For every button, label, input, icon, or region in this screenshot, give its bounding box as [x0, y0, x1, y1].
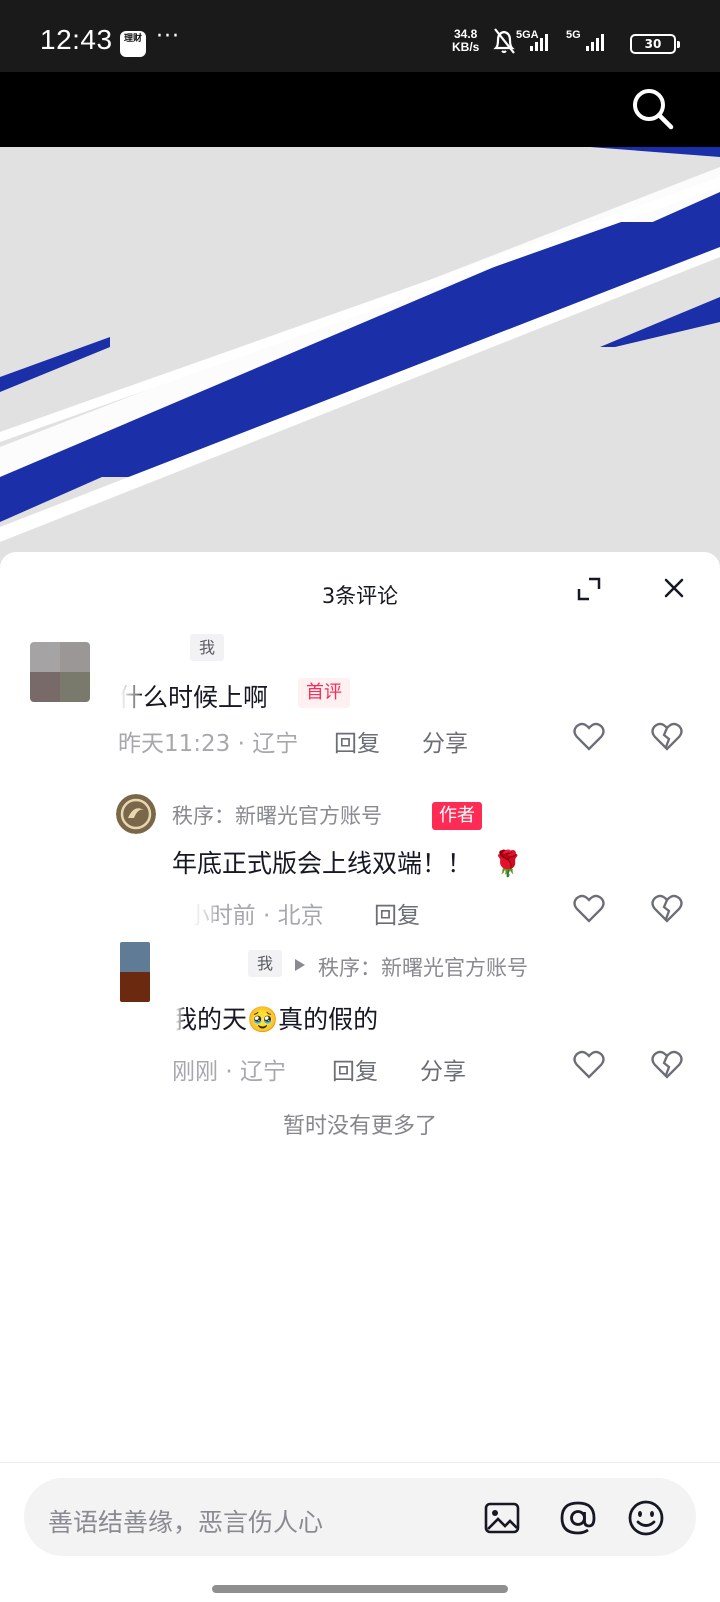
- comment-text[interactable]: 什么时候上啊: [118, 678, 268, 714]
- reply-button[interactable]: 回复: [332, 1052, 378, 1086]
- heart-icon[interactable]: [572, 1048, 606, 1082]
- signal-2-label: 5G: [566, 29, 581, 41]
- heart-icon[interactable]: [572, 720, 606, 754]
- battery-level: 30: [644, 37, 662, 51]
- me-tag: 我: [190, 634, 225, 661]
- comments-title: 3条评论: [321, 584, 399, 608]
- reply-arrow-icon: [295, 959, 305, 971]
- expand-icon[interactable]: [574, 574, 604, 604]
- silent-bell-icon: [493, 28, 515, 54]
- me-tag: 我: [248, 950, 283, 977]
- comments-panel: 3条评论 我 什么时候上啊 首评 昨天11:23 · 辽宁 回复 分享 秩序：新…: [0, 552, 720, 1602]
- dislike-icon[interactable]: [650, 1048, 684, 1082]
- reply-meta: 刚刚 · 辽宁: [172, 1059, 286, 1085]
- app-notification-icon: 理财: [120, 31, 146, 57]
- share-button[interactable]: 分享: [422, 724, 468, 758]
- comment-input[interactable]: 善语结善缘，恶言伤人心: [24, 1478, 696, 1556]
- avatar[interactable]: [120, 942, 150, 1002]
- signal-1-label: 5GA: [516, 29, 539, 41]
- author-badge: 作者: [432, 802, 482, 830]
- blur-mask: [112, 674, 140, 712]
- blur-mask: [172, 892, 216, 928]
- heart-icon[interactable]: [572, 892, 606, 926]
- reply-text[interactable]: 年底正式版会上线双端！！ 🌹: [172, 844, 523, 880]
- at-icon[interactable]: [558, 1498, 598, 1538]
- signal-status-icons: 5GA 5G: [493, 28, 604, 54]
- image-icon[interactable]: [482, 1498, 522, 1538]
- dislike-icon[interactable]: [650, 892, 684, 926]
- emoji-icon[interactable]: [626, 1498, 666, 1538]
- home-indicator[interactable]: [212, 1585, 508, 1593]
- no-more-comments: 暂时没有更多了: [282, 1114, 437, 1139]
- reply-time: 刚刚: [172, 1059, 218, 1085]
- close-icon[interactable]: [658, 572, 690, 604]
- video-frame: [0, 147, 720, 542]
- blur-mask: [170, 996, 184, 1034]
- dislike-icon[interactable]: [650, 720, 684, 754]
- comment-location: 辽宁: [252, 731, 299, 757]
- reply-text[interactable]: 我的天🥹真的假的: [172, 1000, 378, 1036]
- status-bar: 12:43 理财 ··· 34.8 KB/s 5GA 5G 30: [0, 0, 720, 72]
- reply-location: 辽宁: [239, 1059, 286, 1085]
- comment-time: 昨天11:23: [118, 731, 231, 757]
- reply-button[interactable]: 回复: [334, 724, 380, 758]
- comment-input-placeholder: 善语结善缘，恶言伤人心: [48, 1508, 324, 1537]
- reply-to-name[interactable]: 秩序：新曙光官方账号: [318, 952, 528, 982]
- reply-location: 北京: [277, 903, 324, 929]
- search-icon[interactable]: [628, 84, 676, 132]
- reply-button[interactable]: 回复: [374, 896, 420, 930]
- share-button[interactable]: 分享: [420, 1052, 466, 1086]
- reply-text-after-emoji: 真的假的: [278, 1005, 379, 1034]
- author-name[interactable]: 秩序：新曙光官方账号: [172, 800, 382, 830]
- battery-icon: 30: [630, 34, 680, 54]
- status-time: 12:43: [40, 24, 113, 55]
- more-notifications-icon: ···: [156, 24, 180, 49]
- network-speed: 34.8 KB/s: [452, 28, 479, 54]
- video-top-bar: [0, 72, 720, 147]
- first-comment-badge: 首评: [298, 678, 350, 708]
- rose-emoji-icon: 🌹: [491, 849, 524, 878]
- comment-input-bar: 善语结善缘，恶言伤人心: [0, 1462, 720, 1602]
- comment-meta: 昨天11:23 · 辽宁: [118, 731, 299, 757]
- signal-2-icon: [586, 34, 604, 51]
- video-player[interactable]: [0, 147, 720, 567]
- author-avatar[interactable]: [116, 794, 156, 834]
- network-speed-unit: KB/s: [452, 40, 480, 54]
- avatar[interactable]: [30, 642, 90, 702]
- reply-text-content: 年底正式版会上线双端！！: [172, 849, 473, 878]
- holding-back-tears-emoji-icon: 🥹: [247, 1005, 279, 1034]
